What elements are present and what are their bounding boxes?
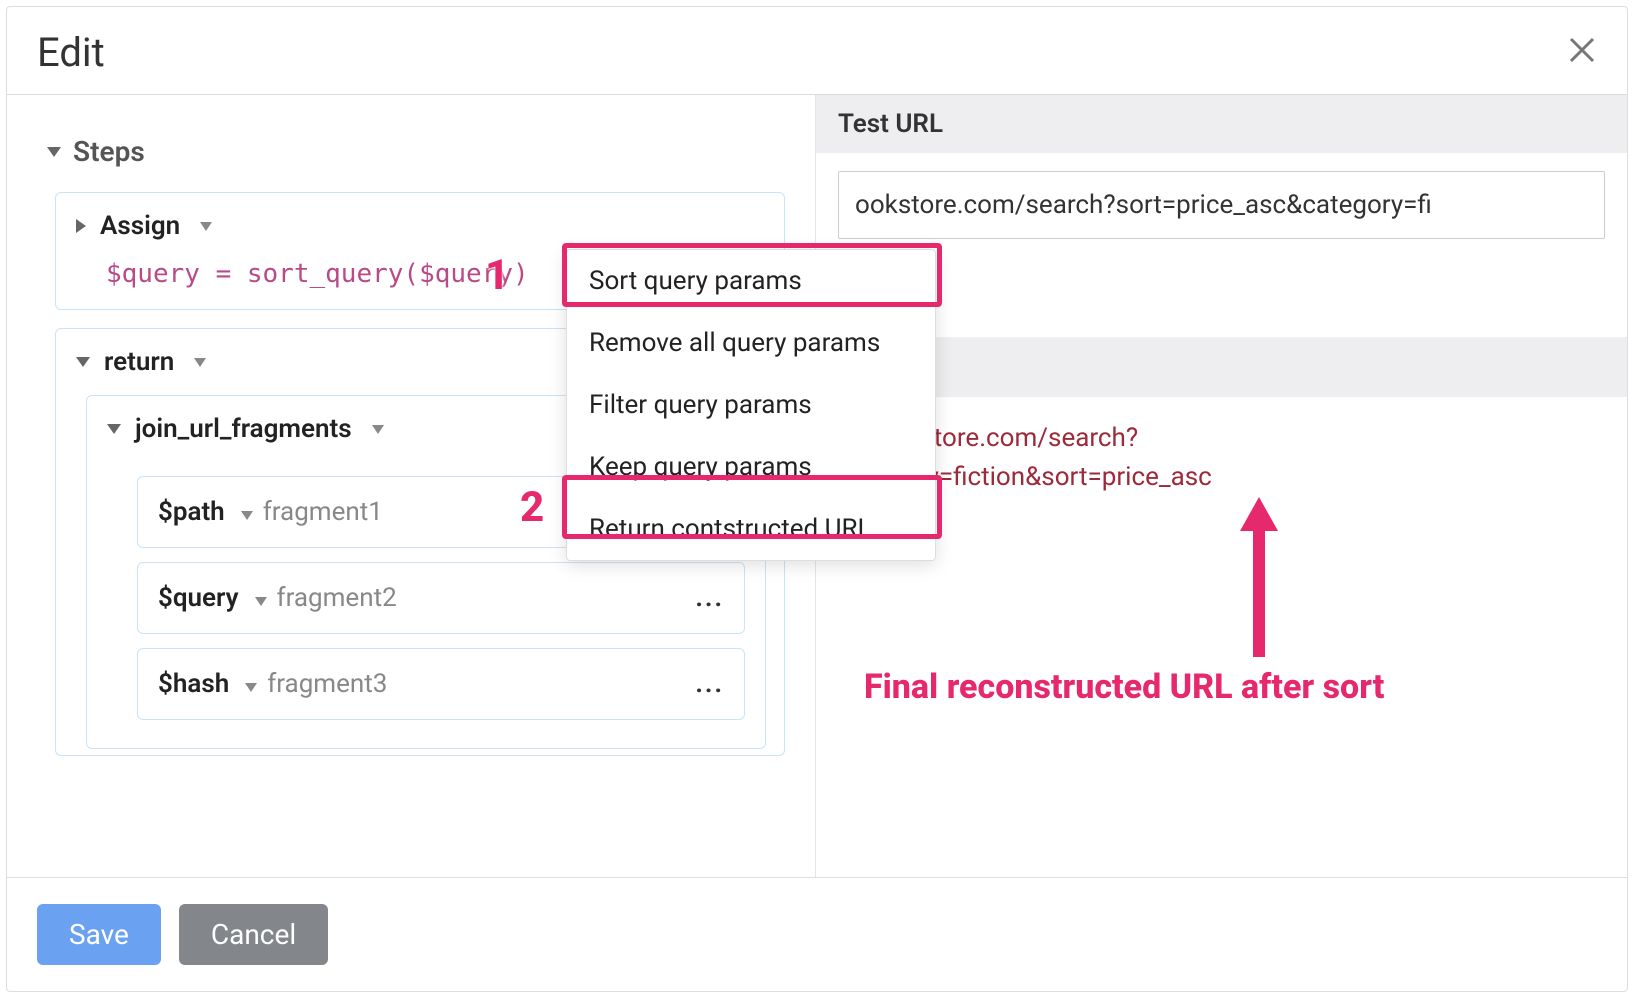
modal-header: Edit bbox=[7, 7, 1627, 94]
chevron-down-icon[interactable] bbox=[194, 358, 206, 367]
assign-code: $query = sort_query($query) bbox=[106, 259, 529, 289]
chevron-down-icon[interactable] bbox=[372, 425, 384, 434]
close-icon[interactable] bbox=[1567, 35, 1597, 71]
steps-heading[interactable]: Steps bbox=[47, 135, 785, 168]
actions-dropdown: Sort query params Remove all query param… bbox=[566, 249, 936, 561]
dropdown-item-return[interactable]: Return contstructed URL bbox=[567, 498, 935, 560]
dropdown-item-filter[interactable]: Filter query params bbox=[567, 374, 935, 436]
annotation-number-2: 2 bbox=[520, 483, 544, 532]
chevron-right-icon bbox=[76, 219, 86, 233]
edit-modal: Edit Steps Assign $query = sort_query($q… bbox=[6, 6, 1628, 992]
test-url-label: Test URL bbox=[816, 95, 1627, 153]
modal-title: Edit bbox=[37, 29, 105, 76]
fragment-query[interactable]: $query fragment2 ... bbox=[137, 562, 745, 634]
step-assign-title: Assign bbox=[100, 211, 180, 241]
fragment-label: fragment2 bbox=[277, 583, 397, 613]
cancel-button[interactable]: Cancel bbox=[179, 904, 328, 965]
modal-footer: Save Cancel bbox=[7, 877, 1627, 991]
test-url-input[interactable]: ookstore.com/search?sort=price_asc&categ… bbox=[838, 171, 1605, 239]
chevron-down-icon[interactable] bbox=[200, 222, 212, 231]
panel-divider bbox=[816, 337, 1627, 397]
dropdown-item-remove[interactable]: Remove all query params bbox=[567, 312, 935, 374]
dropdown-item-sort[interactable]: Sort query params bbox=[567, 250, 935, 312]
test-panel: Test URL ookstore.com/search?sort=price_… bbox=[815, 95, 1627, 877]
fragment-var: $path bbox=[158, 497, 225, 527]
steps-panel: Steps Assign $query = sort_query($query)… bbox=[7, 95, 815, 877]
fragment-var: $query bbox=[158, 583, 239, 613]
dropdown-item-keep[interactable]: Keep query params bbox=[567, 436, 935, 498]
chevron-down-icon bbox=[47, 147, 61, 157]
annotation-arrow-icon bbox=[1234, 497, 1284, 667]
fragment-hash[interactable]: $hash fragment3 ... bbox=[137, 648, 745, 720]
more-icon[interactable]: ... bbox=[695, 669, 724, 699]
result-url: ://bookstore.com/search? category=fictio… bbox=[838, 419, 1605, 497]
step-return-title: return bbox=[104, 347, 174, 377]
chevron-down-icon[interactable] bbox=[255, 597, 267, 606]
steps-label: Steps bbox=[73, 135, 145, 168]
save-button[interactable]: Save bbox=[37, 904, 161, 965]
more-icon[interactable]: ... bbox=[695, 583, 724, 613]
fragment-label: fragment1 bbox=[263, 497, 383, 527]
annotation-number-1: 1 bbox=[485, 251, 509, 300]
chevron-down-icon bbox=[107, 424, 121, 434]
modal-body: Steps Assign $query = sort_query($query)… bbox=[7, 94, 1627, 877]
fragment-label: fragment3 bbox=[267, 669, 387, 699]
annotation-final-label: Final reconstructed URL after sort bbox=[864, 667, 1384, 707]
chevron-down-icon[interactable] bbox=[241, 511, 253, 520]
chevron-down-icon bbox=[76, 357, 90, 367]
fragment-var: $hash bbox=[158, 669, 229, 699]
join-title: join_url_fragments bbox=[135, 414, 352, 444]
chevron-down-icon[interactable] bbox=[245, 683, 257, 692]
